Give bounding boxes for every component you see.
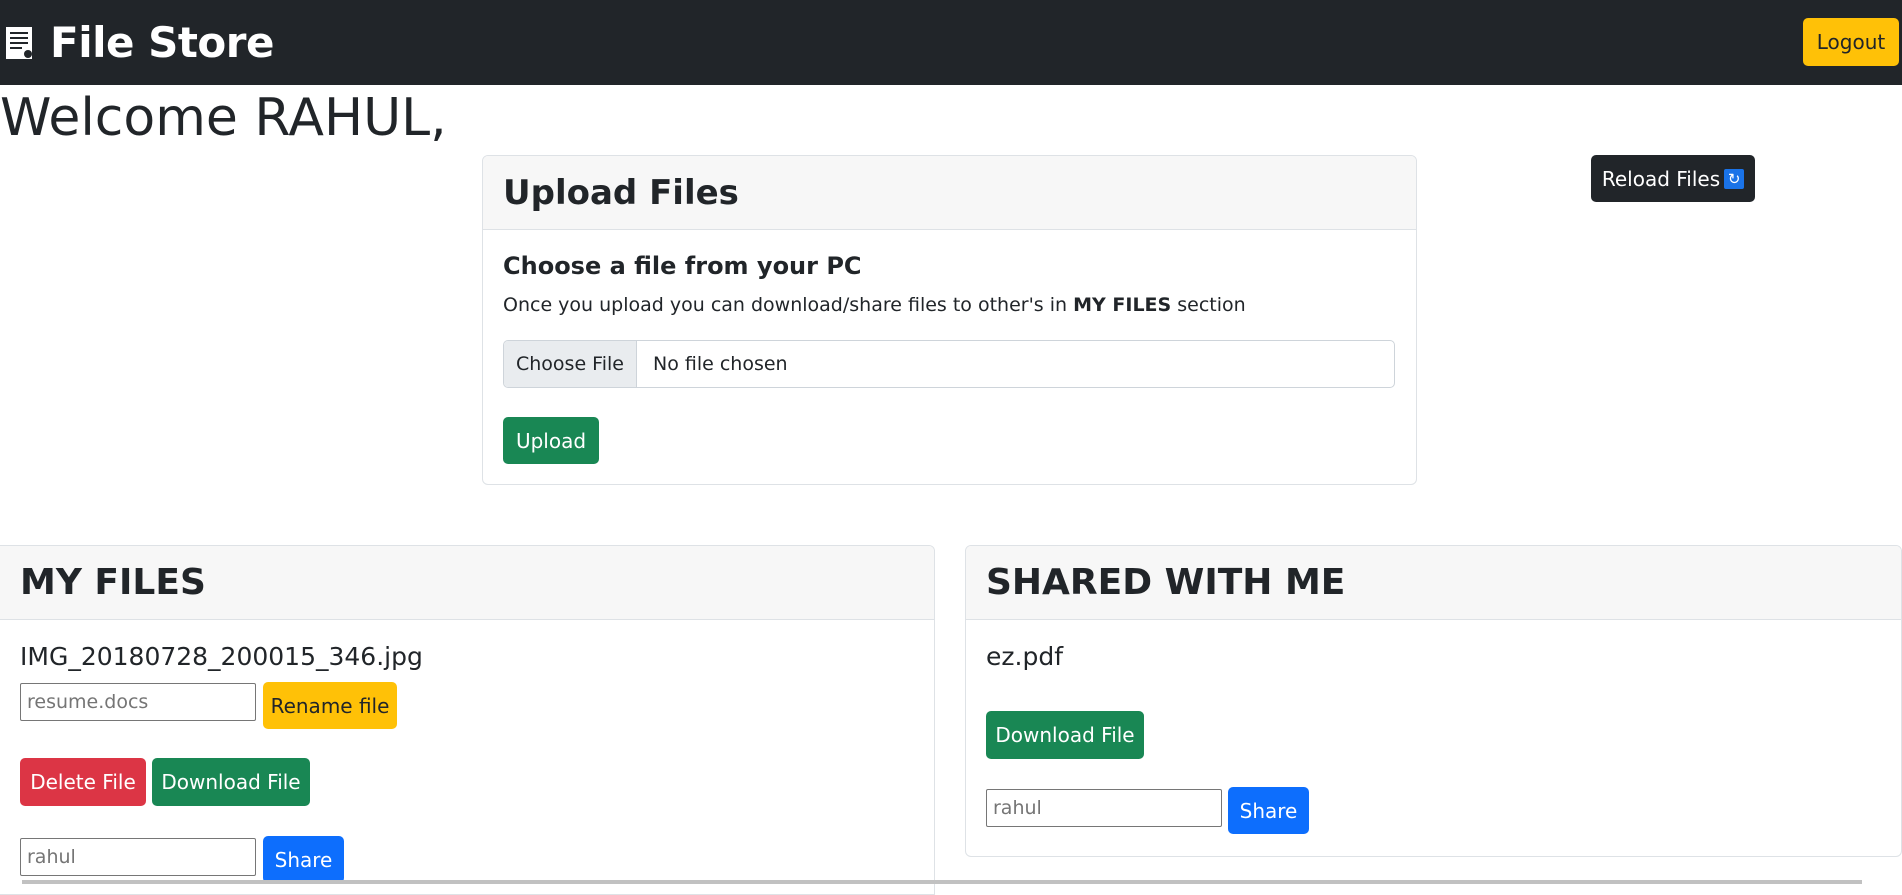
upload-desc-end: section xyxy=(1171,294,1246,316)
share-button[interactable]: Share xyxy=(263,836,344,883)
shared-share-button[interactable]: Share xyxy=(1228,787,1309,834)
choose-file-button[interactable]: Choose File xyxy=(504,341,637,387)
upload-desc-bold: MY FILES xyxy=(1073,294,1172,316)
my-files-card: MY FILES IMG_20180728_200015_346.jpg Ren… xyxy=(0,545,935,895)
share-input[interactable] xyxy=(20,838,256,876)
navbar: File Store Logout xyxy=(0,0,1902,85)
my-file-name: IMG_20180728_200015_346.jpg xyxy=(20,642,423,671)
brand-title: File Store xyxy=(50,18,274,67)
download-file-button[interactable]: Download File xyxy=(152,758,310,806)
no-file-text: No file chosen xyxy=(653,353,788,375)
reload-files-button[interactable]: Reload Files ↻ xyxy=(1591,155,1755,202)
rename-input[interactable] xyxy=(20,683,256,721)
delete-file-button[interactable]: Delete File xyxy=(20,758,146,806)
upload-card: Upload Files Choose a file from your PC … xyxy=(482,155,1417,485)
upload-desc-text: Once you upload you can download/share f… xyxy=(503,294,1074,316)
horizontal-scrollbar[interactable] xyxy=(22,880,1862,884)
document-icon xyxy=(2,24,40,62)
logout-button[interactable]: Logout xyxy=(1803,18,1899,66)
shared-file-name: ez.pdf xyxy=(986,642,1063,671)
upload-description: Once you upload you can download/share f… xyxy=(503,294,1246,316)
refresh-icon: ↻ xyxy=(1724,168,1745,189)
shared-download-button[interactable]: Download File xyxy=(986,711,1144,759)
my-files-title: MY FILES xyxy=(20,562,206,603)
file-input[interactable]: Choose File No file chosen xyxy=(503,340,1395,388)
welcome-heading: Welcome RAHUL, xyxy=(0,88,447,148)
reload-label: Reload Files xyxy=(1601,166,1721,191)
upload-card-header: Upload Files xyxy=(483,156,1416,230)
brand[interactable]: File Store xyxy=(2,18,274,67)
shared-title: SHARED WITH ME xyxy=(986,562,1346,603)
shared-header: SHARED WITH ME xyxy=(966,546,1901,620)
shared-share-input[interactable] xyxy=(986,789,1222,827)
upload-button[interactable]: Upload xyxy=(503,417,599,464)
upload-title: Upload Files xyxy=(503,172,739,213)
rename-file-button[interactable]: Rename file xyxy=(263,682,397,729)
upload-subtitle: Choose a file from your PC xyxy=(503,252,862,280)
my-files-header: MY FILES xyxy=(0,546,934,620)
shared-with-me-card: SHARED WITH ME ez.pdf Download File Shar… xyxy=(965,545,1902,857)
